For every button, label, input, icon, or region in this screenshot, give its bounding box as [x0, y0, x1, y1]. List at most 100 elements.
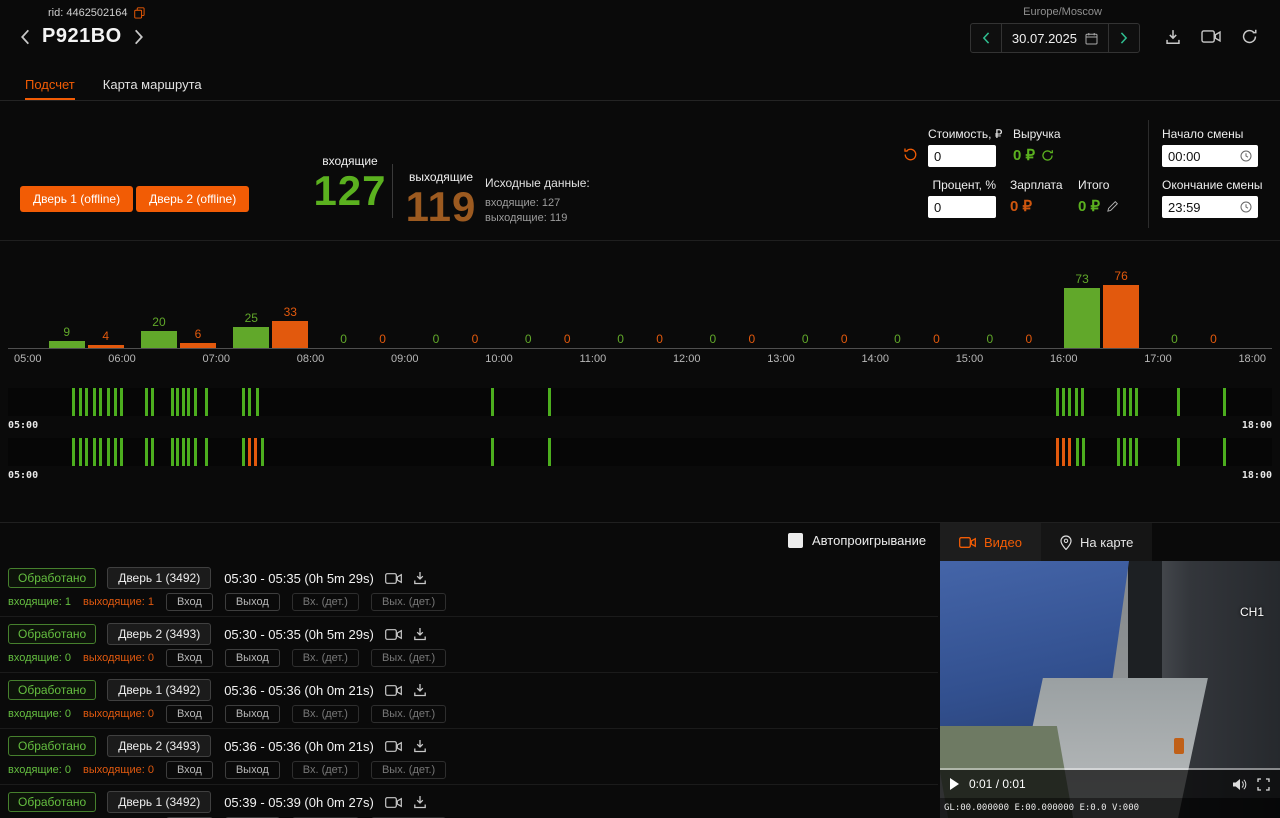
door-chip[interactable]: Дверь 1 (3492) — [107, 791, 212, 813]
video-camera-icon[interactable] — [384, 796, 402, 809]
prev-day-button[interactable] — [971, 24, 1002, 52]
pencil-icon[interactable] — [1106, 200, 1119, 213]
video-export-icon[interactable] — [1201, 29, 1221, 44]
download-icon[interactable] — [413, 683, 427, 697]
bar-value: 0 — [563, 332, 571, 346]
outgoing-label: выходящие — [408, 170, 474, 184]
rid-text: rid: 4462502164 — [48, 7, 128, 19]
video-camera-icon[interactable] — [384, 572, 402, 585]
reset-cost-icon[interactable] — [903, 147, 918, 162]
detail-button-2[interactable]: Вх. (дет.) — [291, 593, 359, 611]
timeline-tick — [85, 388, 89, 416]
video-player[interactable]: CH1 0:01 / 0:01 GL:00.000000 E:00.000000… — [940, 561, 1280, 818]
revenue-block: Выручка 0 ₽ — [1013, 127, 1061, 164]
bar-group: 94 — [40, 260, 132, 348]
detail-button-1[interactable]: Выход — [224, 649, 280, 667]
outgoing-count: выходящие: 1 — [83, 596, 154, 608]
download-icon[interactable] — [413, 739, 427, 753]
detail-button-0[interactable]: Вход — [165, 649, 213, 667]
autoplay-checkbox[interactable] — [788, 533, 803, 548]
door-chip[interactable]: Дверь 1 (3492) — [107, 567, 212, 589]
next-vehicle-button[interactable] — [134, 29, 144, 45]
timeline-strip — [8, 438, 1272, 466]
door-chip[interactable]: Дверь 2 (3493) — [107, 623, 212, 645]
recalc-revenue-icon[interactable] — [1041, 149, 1054, 162]
timeline-tick — [182, 438, 186, 466]
detail-button-0[interactable]: Вход — [165, 761, 213, 779]
bar-outgoing — [1103, 285, 1140, 348]
refresh-icon[interactable] — [1241, 28, 1258, 45]
events-tab-1[interactable]: На карте — [1040, 523, 1153, 561]
incoming-total-block: входящие 127 — [310, 154, 390, 212]
download-icon[interactable] — [413, 627, 427, 641]
detail-button-3[interactable]: Вых. (дет.) — [370, 705, 447, 723]
detail-button-2[interactable]: Вх. (дет.) — [291, 705, 359, 723]
date-field[interactable]: 30.07.2025 — [1002, 24, 1108, 52]
events-tab-0[interactable]: Видео — [940, 523, 1041, 561]
door-chip[interactable]: Дверь 2 (3493) — [107, 735, 212, 757]
timeline-tick — [248, 438, 252, 466]
timeline-tick — [187, 438, 191, 466]
main-tab-0[interactable]: Подсчет — [25, 70, 75, 100]
x-axis-labels: 05:00 06:00 07:00 08:00 09:00 10:00 11:00 12:00… — [14, 353, 1266, 365]
incoming-count: входящие: 1 — [8, 596, 72, 608]
percent-input[interactable] — [928, 196, 996, 218]
video-camera-icon[interactable] — [384, 740, 402, 753]
door-status-button-2[interactable]: Дверь 2 (offline) — [136, 186, 250, 212]
door-chip[interactable]: Дверь 1 (3492) — [107, 679, 212, 701]
detail-button-0[interactable]: Вход — [165, 705, 213, 723]
percent-label: Процент, % — [932, 178, 996, 192]
shift-start-input[interactable]: 00:00 — [1162, 145, 1258, 167]
volume-icon[interactable] — [1232, 778, 1247, 791]
detail-button-1[interactable]: Выход — [224, 761, 280, 779]
detail-button-1[interactable]: Выход — [224, 705, 280, 723]
x-axis-label: 14:00 — [861, 353, 889, 365]
next-day-button[interactable] — [1108, 24, 1139, 52]
timeline-tick — [193, 388, 197, 416]
source-title: Исходные данные: — [485, 176, 590, 190]
cost-input[interactable] — [928, 145, 996, 167]
main-tabs: Подсчет Карта маршрута — [0, 70, 1280, 101]
status-badge: Обработано — [8, 680, 97, 700]
timeline-tick — [150, 438, 154, 466]
download-icon[interactable] — [1165, 29, 1181, 45]
detail-button-2[interactable]: Вх. (дет.) — [291, 649, 359, 667]
detail-button-3[interactable]: Вых. (дет.) — [370, 649, 447, 667]
download-icon[interactable] — [413, 795, 427, 809]
door-status-button-1[interactable]: Дверь 1 (offline) — [20, 186, 134, 212]
download-icon[interactable] — [413, 571, 427, 585]
timeline-tick — [171, 388, 175, 416]
calendar-icon — [1085, 32, 1098, 45]
video-camera-icon[interactable] — [384, 628, 402, 641]
app: rid: 4462502164 Europe/Moscow P921BO 30.… — [0, 0, 1280, 818]
timezone-label: Europe/Moscow — [1023, 6, 1102, 18]
timeline-tick — [1222, 388, 1226, 416]
detail-button-3[interactable]: Вых. (дет.) — [370, 593, 447, 611]
status-badge: Обработано — [8, 792, 97, 812]
detail-button-2[interactable]: Вх. (дет.) — [291, 761, 359, 779]
play-button[interactable] — [950, 778, 959, 790]
map-pin-icon — [1060, 534, 1072, 550]
fullscreen-icon[interactable] — [1257, 777, 1270, 791]
copy-icon[interactable] — [133, 7, 145, 19]
timeline-tick — [176, 388, 180, 416]
timeline-tick — [120, 388, 124, 416]
source-outgoing: выходящие: 119 — [485, 212, 568, 224]
autoplay-control: Автопроигрывание — [788, 533, 926, 548]
bar-group: 73 76 — [1055, 260, 1147, 348]
shift-end-block: Окончание смены 23:59 — [1162, 178, 1263, 218]
x-axis-label: 16:00 — [1049, 353, 1078, 365]
shift-end-label: Окончание смены — [1162, 178, 1263, 192]
detail-button-3[interactable]: Вых. (дет.) — [370, 761, 447, 779]
video-camera-icon[interactable] — [384, 684, 402, 697]
timeline-tick — [1129, 438, 1133, 466]
main-tab-1[interactable]: Карта маршрута — [103, 70, 202, 100]
detail-button-1[interactable]: Выход — [224, 593, 280, 611]
shift-end-input[interactable]: 23:59 — [1162, 196, 1258, 218]
prev-vehicle-button[interactable] — [20, 29, 30, 45]
timeline-tick — [1055, 438, 1059, 466]
bar-group: 00 — [686, 260, 778, 348]
status-badge: Обработано — [8, 736, 97, 756]
detail-button-0[interactable]: Вход — [165, 593, 213, 611]
timeline-tick — [205, 388, 209, 416]
